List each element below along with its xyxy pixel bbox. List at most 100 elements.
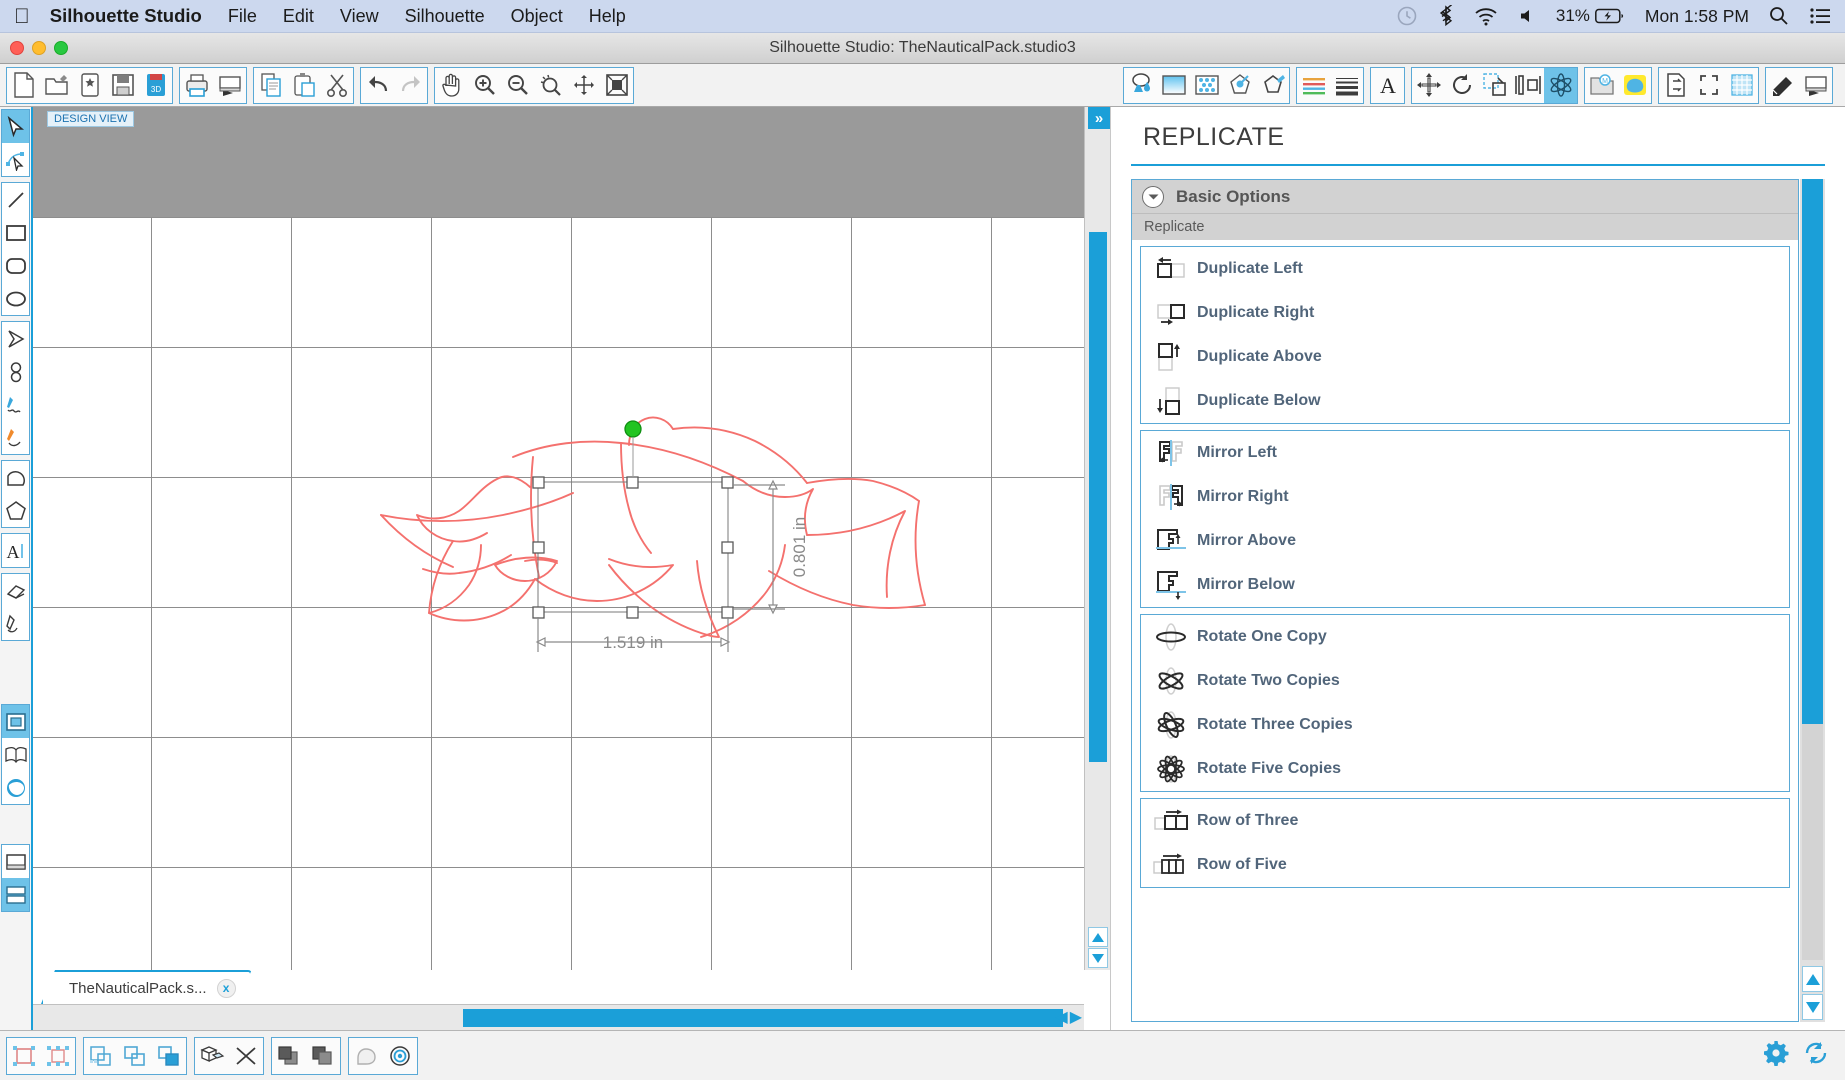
search-icon[interactable] (1769, 6, 1789, 26)
library-view-tool-icon[interactable] (2, 738, 29, 771)
settings-gear-icon[interactable] (1763, 1040, 1789, 1071)
option-duplicate-below[interactable]: Duplicate Below (1141, 379, 1789, 423)
option-mirror-right[interactable]: Mirror Right (1141, 475, 1789, 519)
volume-icon[interactable] (1518, 7, 1536, 25)
panel-scrollbar[interactable] (1800, 179, 1825, 1022)
select-tool-icon[interactable] (2, 110, 29, 143)
send-view-tool-icon[interactable] (2, 878, 29, 911)
option-duplicate-right[interactable]: Duplicate Right (1141, 291, 1789, 335)
zoom-fit-icon[interactable] (567, 68, 600, 103)
canvas-scroll-right-button[interactable]: ▶ (1070, 1009, 1082, 1027)
option-rotate-two-copies[interactable]: Rotate Two Copies (1141, 659, 1789, 703)
battery-status[interactable]: 31% (1556, 6, 1625, 26)
page-setup-icon[interactable] (1659, 68, 1692, 103)
replicate-icon[interactable] (1544, 67, 1577, 103)
knife-tool-icon[interactable] (2, 607, 29, 640)
arc-tool-icon[interactable] (2, 461, 29, 494)
save-icon[interactable] (106, 68, 139, 103)
canvas-scroll-down-button[interactable] (1088, 948, 1108, 968)
basic-options-section-header[interactable]: Basic Options (1132, 180, 1798, 214)
fill-color-icon[interactable] (1124, 68, 1157, 103)
option-mirror-above[interactable]: Mirror Above (1141, 519, 1789, 563)
line-tool-icon[interactable] (2, 183, 29, 216)
print-icon[interactable] (180, 68, 213, 103)
weld-icon[interactable] (152, 1038, 186, 1074)
store-icon[interactable] (1618, 68, 1651, 103)
pan-hand-icon[interactable] (435, 68, 468, 103)
zoom-selection-icon[interactable] (534, 68, 567, 103)
bring-to-front-icon[interactable] (272, 1038, 306, 1074)
rounded-rectangle-tool-icon[interactable] (2, 249, 29, 282)
trace-icon[interactable] (383, 1038, 417, 1074)
zoom-page-icon[interactable] (600, 68, 633, 103)
rotate-icon[interactable] (1445, 68, 1478, 103)
scale-icon[interactable] (1478, 68, 1511, 103)
menu-item-view[interactable]: View (340, 6, 379, 27)
option-row-of-five[interactable]: Row of Five (1141, 843, 1789, 887)
edit-points-tool-icon[interactable] (2, 143, 29, 176)
document-tab-close-icon[interactable]: x (217, 979, 236, 998)
option-mirror-below[interactable]: Mirror Below (1141, 563, 1789, 607)
fill-gradient-icon[interactable] (1157, 68, 1190, 103)
apple-logo-icon[interactable]:  (14, 6, 30, 27)
paste-icon[interactable] (287, 68, 320, 103)
menu-item-help[interactable]: Help (589, 6, 626, 27)
zoom-out-icon[interactable] (501, 68, 534, 103)
menu-item-edit[interactable]: Edit (283, 6, 314, 27)
time-machine-icon[interactable] (1396, 5, 1418, 27)
panel-scroll-track[interactable] (1802, 724, 1823, 960)
make-compound-path-icon[interactable] (84, 1038, 118, 1074)
eraser-tool-icon[interactable] (2, 574, 29, 607)
artwork-layer[interactable]: 0.801 in 1.519 in (33, 217, 1183, 917)
zoom-in-icon[interactable] (468, 68, 501, 103)
control-center-icon[interactable] (1809, 7, 1831, 25)
send-to-silhouette-icon[interactable] (213, 68, 246, 103)
option-duplicate-above[interactable]: Duplicate Above (1141, 335, 1789, 379)
canvas-horizontal-scrollbar[interactable]: ◀ ▶ (33, 1004, 1084, 1030)
move-icon[interactable] (1412, 68, 1445, 103)
offset-icon[interactable] (349, 1038, 383, 1074)
chevron-down-icon[interactable] (1142, 185, 1164, 208)
transparency-icon[interactable] (1223, 68, 1256, 103)
option-rotate-five-copies[interactable]: Rotate Five Copies (1141, 747, 1789, 791)
text-tool-icon[interactable]: A (2, 534, 29, 567)
option-rotate-three-copies[interactable]: Rotate Three Copies (1141, 703, 1789, 747)
align-icon[interactable] (1511, 68, 1544, 103)
line-thickness-icon[interactable] (1330, 68, 1363, 103)
line-color-icon[interactable] (1256, 68, 1289, 103)
registration-marks-icon[interactable] (1692, 68, 1725, 103)
copy-icon[interactable] (254, 68, 287, 103)
redo-icon[interactable] (394, 68, 427, 103)
open-document-icon[interactable] (40, 68, 73, 103)
expand-panel-button[interactable]: » (1088, 107, 1110, 129)
menu-app-name[interactable]: Silhouette Studio (50, 5, 202, 27)
smooth-freehand-tool-icon[interactable] (2, 421, 29, 454)
text-style-icon[interactable]: A (1371, 68, 1404, 103)
cut-preview-tool-icon[interactable] (2, 845, 29, 878)
modify-shapes-icon[interactable] (195, 1038, 229, 1074)
canvas-horizontal-scroll-thumb[interactable] (463, 1009, 1063, 1027)
document-tab[interactable]: TheNauticalPack.s... x (41, 970, 252, 1004)
panel-scroll-up-button[interactable] (1802, 966, 1823, 992)
option-duplicate-left[interactable]: Duplicate Left (1141, 247, 1789, 291)
wifi-icon[interactable] (1474, 6, 1498, 26)
sync-icon[interactable] (1803, 1040, 1829, 1071)
send-to-back-icon[interactable] (306, 1038, 340, 1074)
menu-item-object[interactable]: Object (511, 6, 563, 27)
line-style-icon[interactable] (1297, 68, 1330, 103)
menu-item-silhouette[interactable]: Silhouette (405, 6, 485, 27)
save-as-icon[interactable] (73, 68, 106, 103)
ungroup-objects-icon[interactable] (41, 1038, 75, 1074)
curve-tool-icon[interactable] (2, 355, 29, 388)
cut-settings-icon[interactable] (1766, 68, 1799, 103)
polygon-tool-icon[interactable] (2, 322, 29, 355)
release-compound-path-icon[interactable] (118, 1038, 152, 1074)
menubar-clock[interactable]: Mon 1:58 PM (1645, 6, 1749, 27)
freehand-tool-icon[interactable] (2, 388, 29, 421)
bluetooth-icon[interactable] (1438, 5, 1454, 27)
canvas-scroll-left-button[interactable]: ◀ (1055, 1009, 1067, 1027)
grid-settings-icon[interactable] (1725, 68, 1758, 103)
library-icon[interactable]: M (1585, 68, 1618, 103)
option-mirror-left[interactable]: Mirror Left (1141, 431, 1789, 475)
new-document-icon[interactable] (7, 68, 40, 103)
